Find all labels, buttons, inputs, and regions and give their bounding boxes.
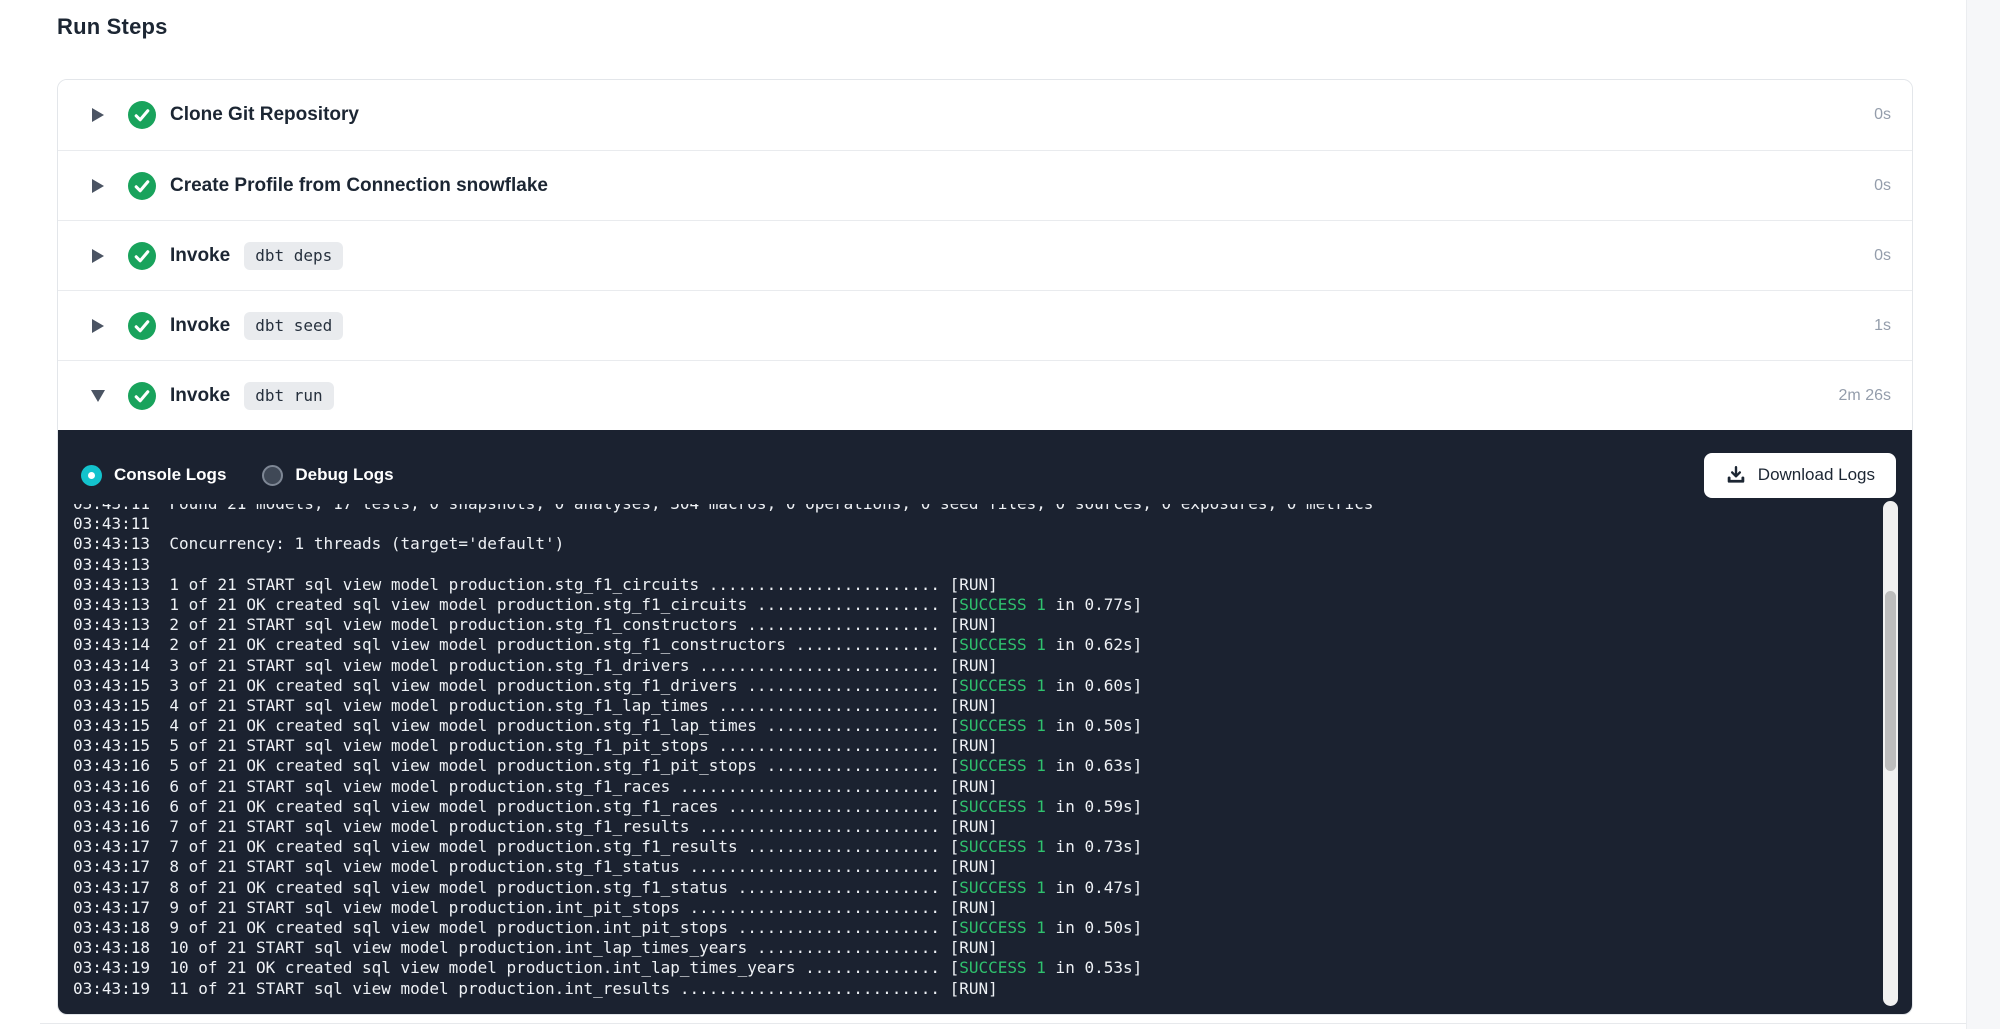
step-command-chip: dbt deps <box>244 242 343 270</box>
step-row[interactable]: Invoke dbt deps 0s <box>58 220 1912 290</box>
log-success-status: SUCCESS 1 <box>959 676 1046 695</box>
step-row[interactable]: Invoke dbt run 2m 26s <box>58 360 1912 430</box>
expand-toggle[interactable] <box>89 179 107 193</box>
step-command-chip: dbt run <box>244 382 333 410</box>
step-duration: 0s <box>1874 106 1891 124</box>
success-check-icon <box>128 101 156 129</box>
log-scrollbar-thumb[interactable] <box>1885 591 1896 771</box>
step-duration: 2m 26s <box>1839 387 1891 405</box>
log-success-status: SUCCESS 1 <box>959 716 1046 735</box>
log-line: 03:43:14 2 of 21 OK created sql view mod… <box>73 635 1912 655</box>
success-check-icon <box>128 312 156 340</box>
page-right-gutter <box>1966 0 2000 1029</box>
log-success-status: SUCCESS 1 <box>959 595 1046 614</box>
step-row[interactable]: Clone Git Repository 0s <box>58 80 1912 150</box>
step-duration: 0s <box>1874 247 1891 265</box>
log-line: 03:43:17 9 of 21 START sql view model pr… <box>73 898 1912 918</box>
log-type-radio-debug-logs[interactable]: Debug Logs <box>262 465 393 486</box>
log-success-status: SUCCESS 1 <box>959 797 1046 816</box>
log-line: 03:43:16 7 of 21 START sql view model pr… <box>73 817 1912 837</box>
step-duration: 0s <box>1874 177 1891 195</box>
step-label: Invoke <box>170 385 230 407</box>
step-label: Create Profile from Connection snowflake <box>170 175 548 197</box>
log-line: 03:43:13 <box>73 555 1912 575</box>
log-line: 03:43:17 7 of 21 OK created sql view mod… <box>73 837 1912 857</box>
log-line: 03:43:19 11 of 21 START sql view model p… <box>73 979 1912 999</box>
log-success-status: SUCCESS 1 <box>959 958 1046 977</box>
page-title: Run Steps <box>57 14 168 40</box>
download-icon <box>1725 464 1747 486</box>
log-success-status: SUCCESS 1 <box>959 837 1046 856</box>
expand-toggle[interactable] <box>89 108 107 122</box>
log-line: 03:43:16 5 of 21 OK created sql view mod… <box>73 756 1912 776</box>
log-line: 03:43:15 4 of 21 START sql view model pr… <box>73 696 1912 716</box>
log-type-radio-group: Console Logs Debug Logs <box>81 465 430 486</box>
log-line: 03:43:18 10 of 21 START sql view model p… <box>73 938 1912 958</box>
log-success-status: SUCCESS 1 <box>959 756 1046 775</box>
chevron-icon <box>92 249 104 263</box>
expand-toggle[interactable] <box>89 319 107 333</box>
step-row[interactable]: Create Profile from Connection snowflake… <box>58 150 1912 220</box>
radio-unselected-icon[interactable] <box>262 465 283 486</box>
log-line: 03:43:15 3 of 21 OK created sql view mod… <box>73 676 1912 696</box>
log-content: 03:43:11 Found 21 models, 17 tests, 0 sn… <box>58 504 1912 999</box>
run-steps-card: Clone Git Repository 0s Create Profile f… <box>57 79 1913 1015</box>
log-line: 03:43:15 4 of 21 OK created sql view mod… <box>73 716 1912 736</box>
expand-toggle[interactable] <box>89 249 107 263</box>
log-success-status: SUCCESS 1 <box>959 918 1046 937</box>
download-logs-button[interactable]: Download Logs <box>1704 453 1896 498</box>
radio-label: Debug Logs <box>295 465 393 485</box>
console-panel: Console Logs Debug Logs Download Logs 03:… <box>58 430 1912 1014</box>
step-label: Clone Git Repository <box>170 104 359 126</box>
success-check-icon <box>128 382 156 410</box>
chevron-icon <box>92 108 104 122</box>
log-line: 03:43:17 8 of 21 START sql view model pr… <box>73 857 1912 877</box>
step-label: Invoke <box>170 245 230 267</box>
log-line: 03:43:16 6 of 21 START sql view model pr… <box>73 777 1912 797</box>
log-line: 03:43:16 6 of 21 OK created sql view mod… <box>73 797 1912 817</box>
step-row[interactable]: Invoke dbt seed 1s <box>58 290 1912 360</box>
success-check-icon <box>128 242 156 270</box>
console-log-output: 03:43:11 Found 21 models, 17 tests, 0 sn… <box>58 504 1912 1014</box>
log-success-status: SUCCESS 1 <box>959 635 1046 654</box>
step-duration: 1s <box>1874 317 1891 335</box>
step-label: Invoke <box>170 315 230 337</box>
expand-toggle[interactable] <box>89 390 107 402</box>
log-line: 03:43:11 Found 21 models, 17 tests, 0 sn… <box>73 504 1912 514</box>
log-line: 03:43:13 Concurrency: 1 threads (target=… <box>73 534 1912 554</box>
log-line: 03:43:11 <box>73 514 1912 534</box>
chevron-icon <box>91 390 105 402</box>
section-divider <box>40 1023 1966 1024</box>
log-line: 03:43:13 1 of 21 OK created sql view mod… <box>73 595 1912 615</box>
radio-selected-icon[interactable] <box>81 465 102 486</box>
download-logs-label: Download Logs <box>1758 465 1875 485</box>
log-type-radio-console-logs[interactable]: Console Logs <box>81 465 226 486</box>
step-command-chip: dbt seed <box>244 312 343 340</box>
log-line: 03:43:13 2 of 21 START sql view model pr… <box>73 615 1912 635</box>
log-line: 03:43:14 3 of 21 START sql view model pr… <box>73 656 1912 676</box>
log-line: 03:43:18 9 of 21 OK created sql view mod… <box>73 918 1912 938</box>
log-line: 03:43:17 8 of 21 OK created sql view mod… <box>73 878 1912 898</box>
chevron-icon <box>92 179 104 193</box>
log-line: 03:43:15 5 of 21 START sql view model pr… <box>73 736 1912 756</box>
radio-label: Console Logs <box>114 465 226 485</box>
log-line: 03:43:13 1 of 21 START sql view model pr… <box>73 575 1912 595</box>
log-success-status: SUCCESS 1 <box>959 878 1046 897</box>
log-scrollbar-track[interactable] <box>1883 501 1898 1006</box>
success-check-icon <box>128 172 156 200</box>
log-line: 03:43:19 10 of 21 OK created sql view mo… <box>73 958 1912 978</box>
step-list: Clone Git Repository 0s Create Profile f… <box>58 80 1912 430</box>
chevron-icon <box>92 319 104 333</box>
console-header: Console Logs Debug Logs Download Logs <box>58 430 1912 504</box>
